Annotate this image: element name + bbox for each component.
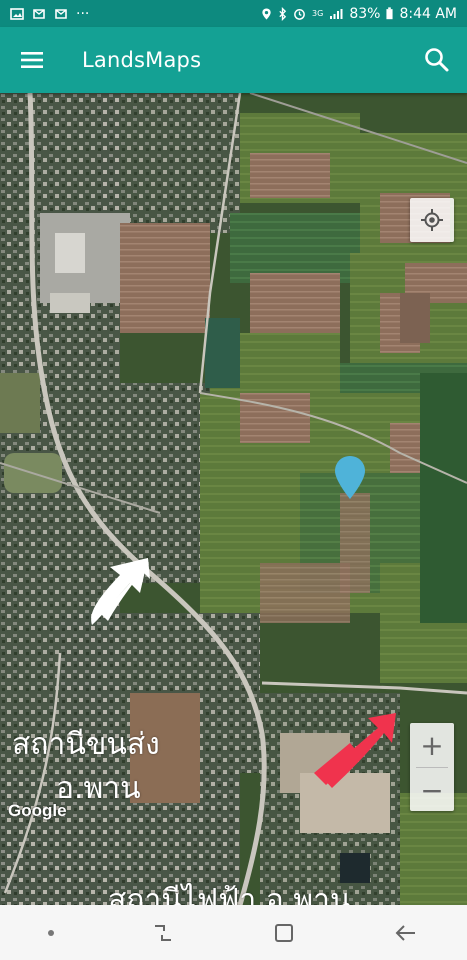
- annotation-line-2: อ.พาน: [56, 771, 141, 806]
- satellite-map[interactable]: + − Google สถานีขนส่ง อ.พาน สถานีไฟฟ้า อ…: [0, 93, 467, 905]
- zoom-in-button[interactable]: +: [410, 723, 454, 767]
- status-bar: ··· 3G 83% 8:44 AM: [0, 0, 467, 27]
- back-icon: [395, 924, 416, 941]
- zoom-control: + −: [410, 723, 454, 811]
- home-button[interactable]: [254, 905, 314, 960]
- app-bar: LandsMaps: [0, 27, 467, 93]
- more-notifications: ···: [76, 5, 90, 22]
- battery-percent: 83%: [349, 5, 381, 22]
- back-button[interactable]: [376, 905, 436, 960]
- crosshair-icon: [421, 209, 443, 231]
- clock: 8:44 AM: [399, 5, 457, 22]
- my-location-button[interactable]: [410, 198, 454, 242]
- annotation-line-1: สถานีขนส่ง: [12, 727, 160, 762]
- menu-button[interactable]: [0, 27, 64, 93]
- bluetooth-icon: [279, 6, 287, 21]
- zoom-out-button[interactable]: −: [410, 768, 454, 812]
- overview-icon: [275, 923, 294, 942]
- notification-icon: [33, 8, 45, 19]
- hamburger-icon: [21, 52, 43, 68]
- annotation-line-3: สถานีไฟฟ้า อ.พาน: [108, 883, 351, 905]
- network-type: 3G: [312, 8, 324, 18]
- dot-indicator: [31, 905, 71, 960]
- battery-icon: [386, 7, 394, 20]
- recent-apps-icon: [154, 924, 171, 941]
- recent-apps-button[interactable]: [133, 905, 193, 960]
- navigation-bar: [0, 905, 467, 960]
- location-icon: [262, 8, 271, 19]
- signal-icon: [330, 8, 343, 19]
- dot-icon: [47, 929, 54, 936]
- app-title: LandsMaps: [82, 48, 202, 72]
- search-icon: [425, 48, 449, 72]
- search-button[interactable]: [407, 27, 467, 93]
- notification-icon: [55, 8, 67, 19]
- alarm-icon: [294, 9, 305, 20]
- gallery-icon: [10, 7, 24, 20]
